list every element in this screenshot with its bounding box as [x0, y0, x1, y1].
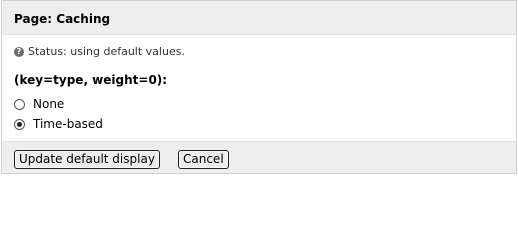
page-title: Page: Caching — [14, 11, 111, 26]
cancel-button[interactable]: Cancel — [178, 150, 229, 169]
caching-panel: Page: Caching ? Status: using default va… — [1, 0, 517, 174]
radio-option-none[interactable]: None — [14, 97, 64, 111]
button-bar: Update default display Cancel — [2, 141, 516, 173]
radio-none-label: None — [33, 97, 65, 111]
radio-none[interactable] — [14, 98, 25, 110]
status-text: Status: using default values. — [28, 45, 185, 58]
update-default-display-button[interactable]: Update default display — [14, 150, 160, 169]
radio-time-based-label: Time-based — [33, 117, 103, 131]
options-title: (key=type, weight=0): — [14, 73, 168, 87]
status-message: ? Status: using default values. — [14, 45, 185, 58]
radio-time-based[interactable] — [14, 118, 25, 130]
panel-header: Page: Caching — [2, 1, 516, 35]
radio-option-time-based[interactable]: Time-based — [14, 117, 103, 131]
help-icon: ? — [14, 46, 24, 57]
